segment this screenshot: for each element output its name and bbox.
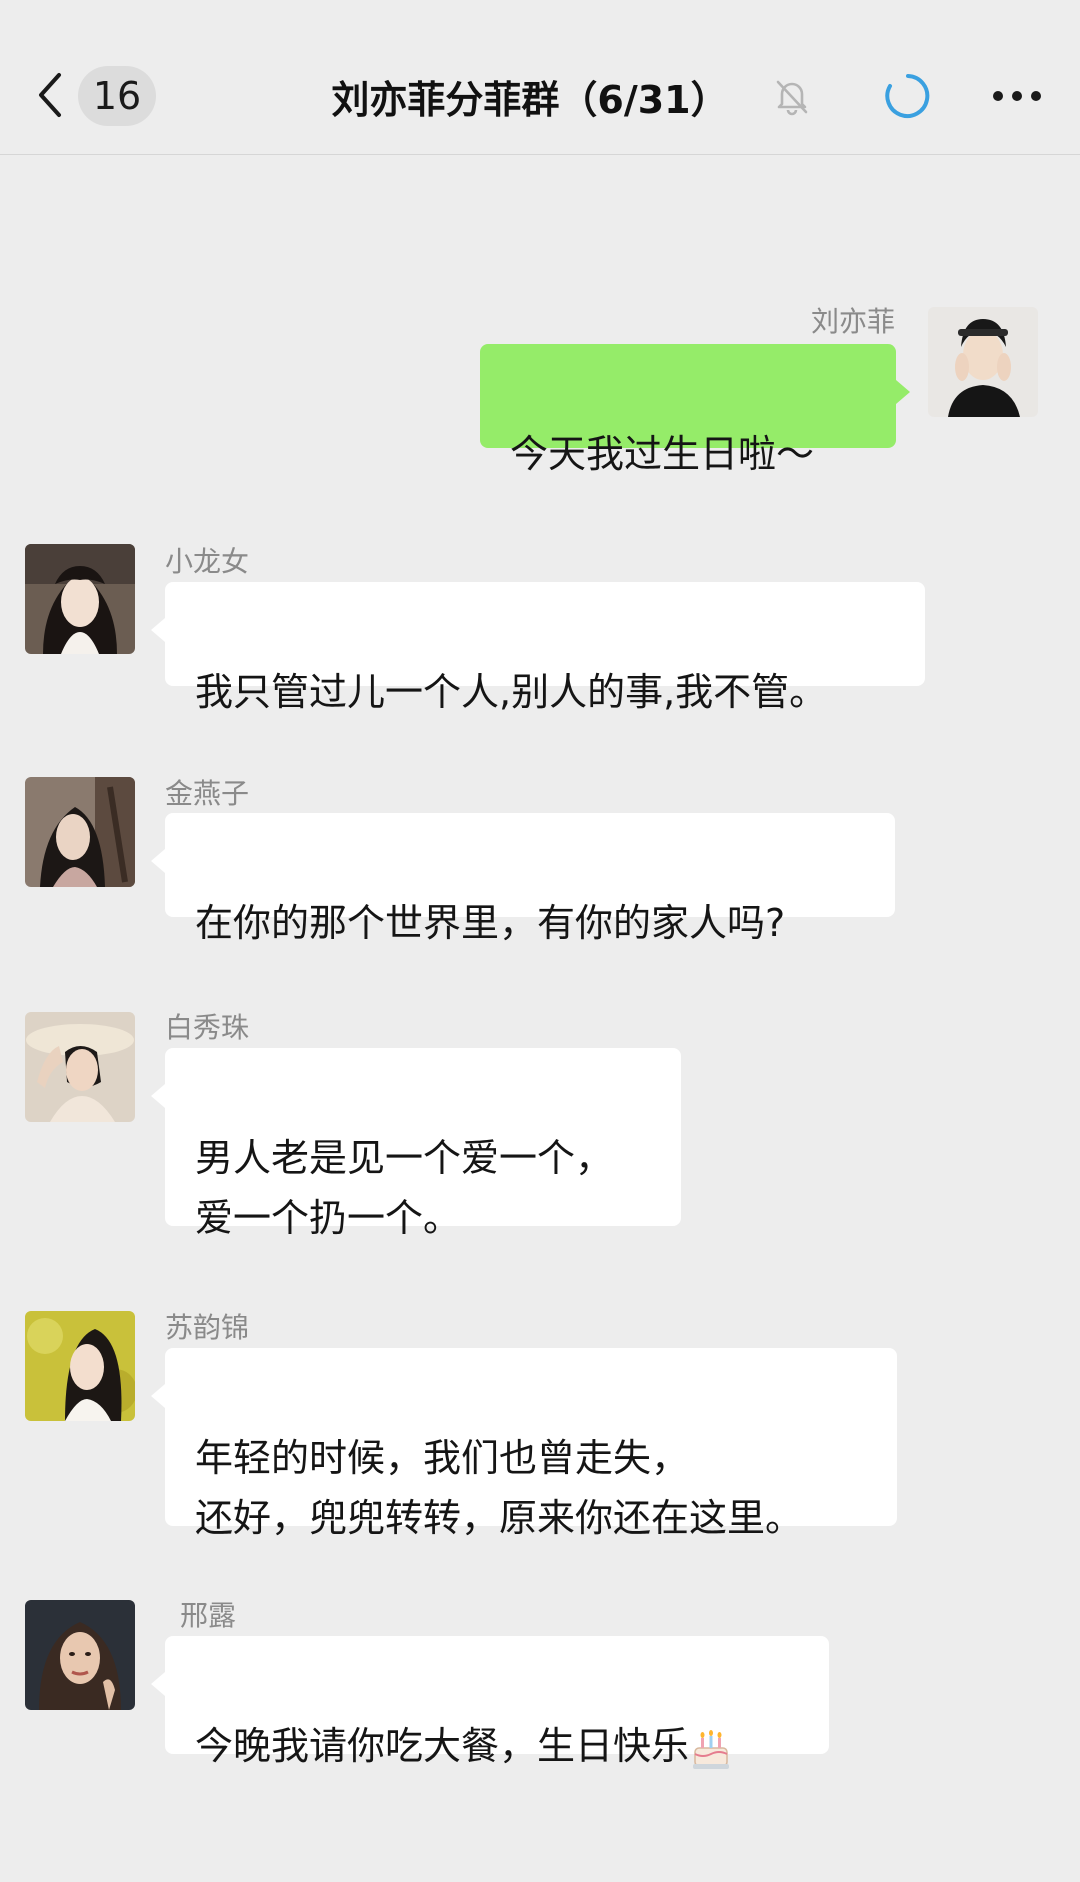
message-bubble[interactable]: 今晚我请你吃大餐，生日快乐	[151, 1636, 829, 1769]
sender-name: 刘亦菲	[810, 305, 895, 338]
birthday-cake-icon	[693, 1729, 730, 1769]
chevron-left-icon	[39, 73, 61, 117]
sender-name: 苏韵锦	[165, 1311, 250, 1344]
more-options-button[interactable]	[982, 72, 1052, 120]
bell-off-icon	[776, 80, 808, 116]
sender-name: 金燕子	[165, 777, 250, 810]
message-bubble[interactable]: 我只管过儿一个人,别人的事,我不管。	[151, 582, 925, 714]
message-bubble[interactable]: 在你的那个世界里，有你的家人吗?	[151, 813, 895, 945]
message-text: 年轻的时候，我们也曾走失， 还好，兜兜转转，原来你还在这里。	[195, 1436, 804, 1540]
message-row: 小龙女 我只管过儿一个人,别人的事,我不管。	[0, 540, 1080, 714]
back-button[interactable]	[30, 60, 70, 130]
chat-title: 刘亦菲分菲群（6/31）	[331, 77, 729, 122]
message-row: 刘亦菲 今天我过生日啦～	[0, 300, 1080, 476]
avatar[interactable]	[928, 307, 1038, 417]
message-row: 苏韵锦 年轻的时候，我们也曾走失， 还好，兜兜转转，原来你还在这里。	[0, 1306, 1080, 1540]
avatar[interactable]	[25, 1311, 135, 1421]
avatar[interactable]	[25, 544, 135, 654]
message-row: 邢露 今晚我请你吃大餐，生日快乐	[0, 1594, 1080, 1769]
avatar[interactable]	[25, 1012, 135, 1122]
chat-header: 16 刘亦菲分菲群（6/31）	[0, 0, 1080, 155]
message-row: 白秀珠 男人老是见一个爱一个， 爱一个扔一个。	[0, 1006, 1080, 1240]
message-text: 今晚我请你吃大餐，生日快乐	[195, 1724, 690, 1768]
avatar[interactable]	[25, 1600, 135, 1710]
message-row: 金燕子 在你的那个世界里，有你的家人吗?	[0, 772, 1080, 945]
chat-title-wrap: 刘亦菲分菲群（6/31）	[300, 66, 760, 126]
avatar-image	[25, 1311, 135, 1421]
sender-name: 白秀珠	[165, 1011, 250, 1044]
ellipsis-icon	[993, 91, 1041, 101]
avatar-image	[25, 777, 135, 887]
sender-name: 邢露	[180, 1599, 237, 1632]
sender-name: 小龙女	[165, 545, 250, 578]
message-text: 今天我过生日啦～	[510, 432, 815, 476]
unread-count-badge[interactable]: 16	[78, 66, 156, 126]
avatar-image	[25, 1012, 135, 1122]
message-text: 男人老是见一个爱一个， 爱一个扔一个。	[195, 1136, 614, 1240]
message-text: 我只管过儿一个人,别人的事,我不管。	[195, 670, 828, 714]
avatar[interactable]	[25, 777, 135, 887]
message-bubble[interactable]: 年轻的时候，我们也曾走失， 还好，兜兜转转，原来你还在这里。	[151, 1348, 897, 1540]
avatar-image	[25, 1600, 135, 1710]
message-text: 在你的那个世界里，有你的家人吗?	[195, 901, 786, 945]
avatar-image	[25, 544, 135, 654]
avatar-image	[928, 307, 1038, 417]
loading-ring-icon	[885, 74, 930, 118]
message-bubble[interactable]: 男人老是见一个爱一个， 爱一个扔一个。	[151, 1048, 681, 1240]
message-bubble[interactable]: 今天我过生日啦～	[480, 344, 910, 476]
